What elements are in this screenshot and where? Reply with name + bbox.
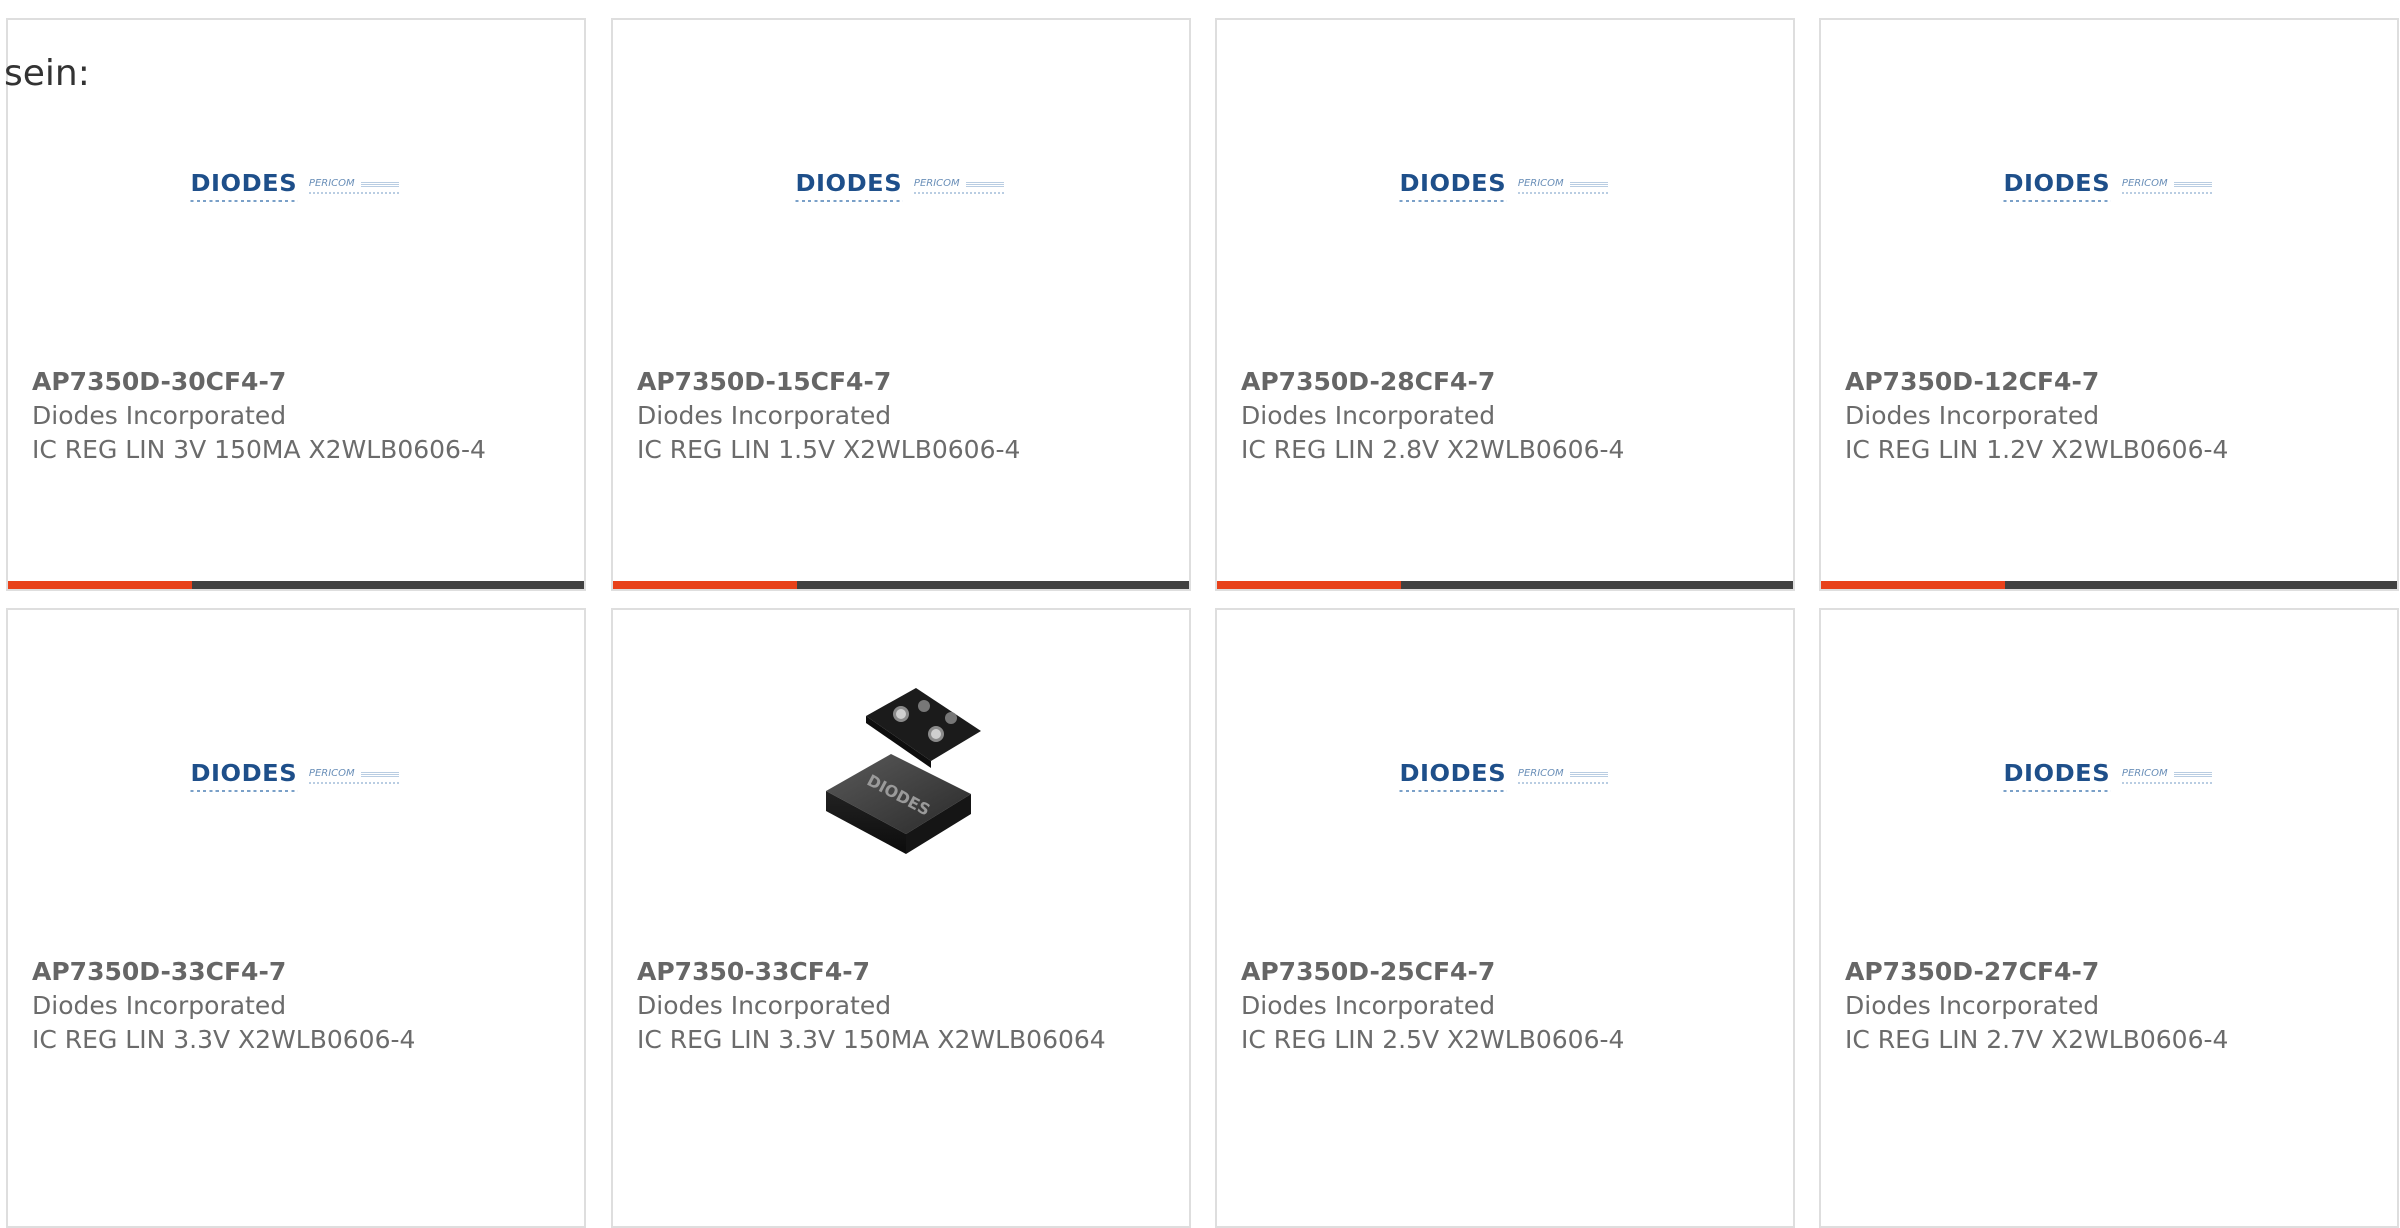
product-description: IC REG LIN 1.5V X2WLB0606-4 (637, 435, 1021, 464)
product-image[interactable]: DIODES PERICOM (8, 660, 584, 892)
diodes-logo-text: DIODES (795, 171, 903, 202)
product-description: IC REG LIN 2.8V X2WLB0606-4 (1241, 435, 1625, 464)
product-info: AP7350D-30CF4-7 Diodes Incorporated IC R… (32, 365, 552, 467)
progress-bar (613, 581, 1189, 589)
product-info: AP7350D-33CF4-7 Diodes Incorporated IC R… (32, 955, 552, 1057)
manufacturer: Diodes Incorporated (637, 401, 892, 430)
progress-bar (1217, 581, 1793, 589)
pericom-logo-text: PERICOM (1517, 178, 1608, 194)
part-number-link[interactable]: AP7350D-15CF4-7 (637, 365, 1157, 399)
product-description: IC REG LIN 1.2V X2WLB0606-4 (1845, 435, 2229, 464)
pericom-logo-text: PERICOM (1517, 768, 1608, 784)
product-card[interactable]: DIODES PERICOM AP7350D-25CF4-7 Diodes In… (1215, 608, 1795, 1228)
product-info: AP7350D-25CF4-7 Diodes Incorporated IC R… (1241, 955, 1761, 1057)
product-card[interactable]: DIODES PERICOM AP7350D-12CF4-7 Diodes In… (1819, 18, 2399, 591)
product-image[interactable]: DIODES PERICOM (1217, 660, 1793, 892)
manufacturer: Diodes Incorporated (32, 991, 287, 1020)
pericom-logo-text: PERICOM (2121, 768, 2212, 784)
product-description: IC REG LIN 2.5V X2WLB0606-4 (1241, 1025, 1625, 1054)
progress-fill (613, 581, 798, 589)
product-card[interactable]: DIODES PERICOM AP7350D-33CF4-7 Diodes In… (6, 608, 586, 1228)
pericom-logo-text: PERICOM (308, 178, 399, 194)
product-image[interactable]: DIODES PERICOM (8, 70, 584, 302)
progress-fill (1821, 581, 2006, 589)
product-grid: DIODES PERICOM AP7350D-30CF4-7 Diodes In… (0, 0, 2400, 1228)
diodes-pericom-logo: DIODES PERICOM (1399, 761, 1608, 792)
part-number-link[interactable]: AP7350D-28CF4-7 (1241, 365, 1761, 399)
diodes-pericom-logo: DIODES PERICOM (190, 761, 399, 792)
part-number-link[interactable]: AP7350D-33CF4-7 (32, 955, 552, 989)
pericom-logo-text: PERICOM (308, 768, 399, 784)
part-number-link[interactable]: AP7350D-30CF4-7 (32, 365, 552, 399)
manufacturer: Diodes Incorporated (32, 401, 287, 430)
chip-package-photo: DIODES (796, 676, 1006, 876)
product-info: AP7350D-15CF4-7 Diodes Incorporated IC R… (637, 365, 1157, 467)
product-card[interactable]: DIODES PERICOM AP7350D-27CF4-7 Diodes In… (1819, 608, 2399, 1228)
product-info: AP7350D-12CF4-7 Diodes Incorporated IC R… (1845, 365, 2365, 467)
diodes-pericom-logo: DIODES PERICOM (1399, 171, 1608, 202)
diodes-logo-text: DIODES (1399, 761, 1507, 792)
progress-fill (8, 581, 193, 589)
part-number-link[interactable]: AP7350D-27CF4-7 (1845, 955, 2365, 989)
product-image[interactable]: DIODES PERICOM (613, 70, 1189, 302)
product-card[interactable]: DIODES PERICOM AP7350D-28CF4-7 Diodes In… (1215, 18, 1795, 591)
product-info: AP7350D-27CF4-7 Diodes Incorporated IC R… (1845, 955, 2365, 1057)
product-image[interactable]: DIODES PERICOM (1821, 70, 2397, 302)
product-description: IC REG LIN 2.7V X2WLB0606-4 (1845, 1025, 2229, 1054)
product-description: IC REG LIN 3.3V 150MA X2WLB06064 (637, 1025, 1106, 1054)
product-info: AP7350-33CF4-7 Diodes Incorporated IC RE… (637, 955, 1157, 1057)
progress-bar (8, 581, 584, 589)
diodes-pericom-logo: DIODES PERICOM (190, 171, 399, 202)
manufacturer: Diodes Incorporated (637, 991, 892, 1020)
part-number-link[interactable]: AP7350D-12CF4-7 (1845, 365, 2365, 399)
diodes-pericom-logo: DIODES PERICOM (795, 171, 1004, 202)
diodes-logo-text: DIODES (1399, 171, 1507, 202)
product-description: IC REG LIN 3V 150MA X2WLB0606-4 (32, 435, 486, 464)
manufacturer: Diodes Incorporated (1241, 991, 1496, 1020)
diodes-logo-text: DIODES (2003, 761, 2111, 792)
pericom-logo-text: PERICOM (2121, 178, 2212, 194)
diodes-pericom-logo: DIODES PERICOM (2003, 171, 2212, 202)
diodes-pericom-logo: DIODES PERICOM (2003, 761, 2212, 792)
product-card[interactable]: DIODES PERICOM AP7350D-15CF4-7 Diodes In… (611, 18, 1191, 591)
section-heading: sein: (4, 53, 90, 94)
part-number-link[interactable]: AP7350D-25CF4-7 (1241, 955, 1761, 989)
product-info: AP7350D-28CF4-7 Diodes Incorporated IC R… (1241, 365, 1761, 467)
product-image[interactable]: DIODES (613, 660, 1189, 892)
manufacturer: Diodes Incorporated (1845, 991, 2100, 1020)
part-number-link[interactable]: AP7350-33CF4-7 (637, 955, 1157, 989)
product-card[interactable]: DIODES PERICOM AP7350D-30CF4-7 Diodes In… (6, 18, 586, 591)
manufacturer: Diodes Incorporated (1845, 401, 2100, 430)
progress-bar (1821, 581, 2397, 589)
product-image[interactable]: DIODES PERICOM (1821, 660, 2397, 892)
diodes-logo-text: DIODES (190, 171, 298, 202)
pericom-logo-text: PERICOM (913, 178, 1004, 194)
diodes-logo-text: DIODES (2003, 171, 2111, 202)
diodes-logo-text: DIODES (190, 761, 298, 792)
product-card[interactable]: DIODES AP7350-33CF4-7 Diodes Incorporate… (611, 608, 1191, 1228)
manufacturer: Diodes Incorporated (1241, 401, 1496, 430)
progress-fill (1217, 581, 1402, 589)
product-image[interactable]: DIODES PERICOM (1217, 70, 1793, 302)
product-description: IC REG LIN 3.3V X2WLB0606-4 (32, 1025, 416, 1054)
